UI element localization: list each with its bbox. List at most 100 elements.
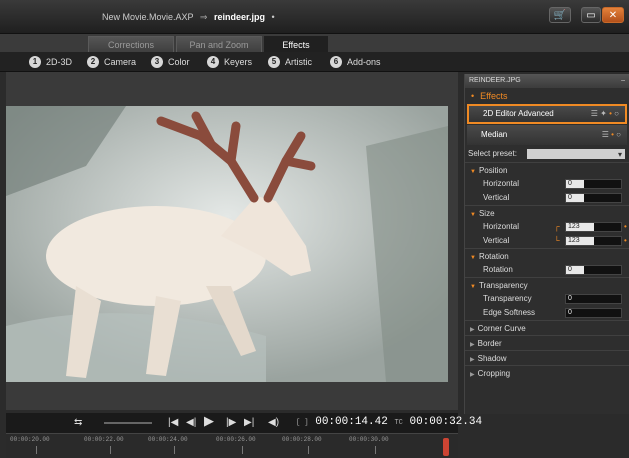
project-name[interactable]: New Movie.Movie.AXP bbox=[102, 12, 193, 22]
category-2d-3d[interactable]: 1 2D-3D bbox=[29, 56, 72, 68]
category-color[interactable]: 3 Color bbox=[151, 56, 190, 68]
collapse-triangle-icon: ▶ bbox=[470, 357, 475, 363]
value-slider[interactable]: 0 bbox=[565, 179, 622, 189]
go-to-end-button[interactable]: ▶| bbox=[244, 416, 254, 430]
close-button[interactable]: ✕ bbox=[602, 7, 624, 23]
param-label: Edge Softness bbox=[483, 308, 536, 317]
value-slider[interactable]: 0 bbox=[565, 265, 622, 275]
effects-panel: REINDEER.JPG – • Effects 2D Editor Advanc… bbox=[464, 74, 629, 414]
value-field[interactable]: 123 bbox=[566, 237, 594, 245]
group-transparency[interactable]: ▼ Transparency bbox=[465, 277, 629, 292]
keyframe-dot-icon[interactable]: • bbox=[624, 234, 627, 248]
collapse-triangle-icon: ▶ bbox=[470, 327, 475, 333]
preset-select[interactable]: ▾ bbox=[527, 149, 625, 159]
effect-controls[interactable]: ☰ • ○ bbox=[602, 125, 621, 145]
param-rotation: Rotation 0 bbox=[465, 263, 629, 277]
group-border[interactable]: ▶ Border bbox=[465, 335, 629, 350]
number-badge: 3 bbox=[151, 56, 163, 68]
category-add-ons[interactable]: 6 Add-ons bbox=[330, 56, 381, 68]
group-rotation[interactable]: ▼ Rotation bbox=[465, 248, 629, 263]
ruler-tick-label: 00:00:24.00 bbox=[148, 436, 188, 443]
ruler-tick bbox=[375, 446, 376, 454]
value-field[interactable]: 123 bbox=[566, 223, 594, 231]
number-badge: 5 bbox=[268, 56, 280, 68]
play-button[interactable]: ▶ bbox=[204, 414, 214, 428]
effects-heading: • Effects bbox=[465, 88, 629, 104]
transport-bar: ⇆ |◀ ◀| ▶ |▶ ▶| ◀) [ ] 00:00:14.42 TC 00… bbox=[6, 413, 482, 433]
group-shadow[interactable]: ▶ Shadow bbox=[465, 350, 629, 365]
keyframe-dot-icon[interactable]: • bbox=[624, 220, 627, 234]
volume-icon[interactable]: ◀) bbox=[268, 416, 279, 430]
group-cropping[interactable]: ▶ Cropping bbox=[465, 365, 629, 380]
group-label: Corner Curve bbox=[477, 324, 526, 333]
value-field[interactable]: 0 bbox=[566, 180, 584, 188]
group-corner-curve[interactable]: ▶ Corner Curve bbox=[465, 320, 629, 335]
value-slider[interactable]: 0 bbox=[565, 308, 622, 318]
category-label: Keyers bbox=[224, 57, 253, 67]
effect-2d-editor-advanced[interactable]: 2D Editor Advanced ☰ ✦ • ○ bbox=[467, 104, 627, 124]
value-slider[interactable]: 123 bbox=[565, 222, 622, 232]
cart-button[interactable]: 🛒 bbox=[549, 7, 571, 23]
category-camera[interactable]: 2 Camera bbox=[87, 56, 136, 68]
param-label: Transparency bbox=[483, 294, 532, 303]
tab-corrections[interactable]: Corrections bbox=[88, 36, 174, 52]
group-size[interactable]: ▼ Size bbox=[465, 205, 629, 220]
link-bracket-icon[interactable]: ┌ bbox=[554, 220, 560, 234]
arrow-icon: ⇒ bbox=[199, 12, 208, 22]
playhead-handle[interactable] bbox=[443, 438, 449, 456]
param-size-horizontal: Horizontal ┌ 123 • bbox=[465, 220, 629, 234]
value-field[interactable]: 0 bbox=[566, 194, 584, 202]
menu-icon[interactable]: ☰ bbox=[602, 130, 609, 139]
ruler-tick-label: 00:00:20.00 bbox=[10, 436, 50, 443]
bullet-icon: • bbox=[471, 91, 475, 101]
minimize-icon[interactable]: – bbox=[621, 74, 625, 88]
close-icon: ✕ bbox=[608, 10, 618, 21]
param-label: Horizontal bbox=[483, 222, 520, 231]
file-name: reindeer.jpg bbox=[213, 12, 265, 22]
link-bracket-icon[interactable]: └ bbox=[554, 234, 560, 248]
ruler-tick bbox=[110, 446, 111, 454]
group-label: Size bbox=[478, 209, 495, 218]
value-slider[interactable]: 0 bbox=[565, 193, 622, 203]
param-label: Vertical bbox=[483, 193, 510, 202]
maximize-icon: ▭ bbox=[586, 10, 596, 21]
effect-median[interactable]: Median ☰ • ○ bbox=[467, 125, 627, 145]
tab-pan-and-zoom[interactable]: Pan and Zoom bbox=[176, 36, 262, 52]
value-slider[interactable]: 123 bbox=[565, 236, 622, 246]
ruler-tick-label: 00:00:26.00 bbox=[216, 436, 256, 443]
category-label: 2D-3D bbox=[46, 57, 73, 67]
group-label: Position bbox=[478, 166, 508, 175]
tab-bar: Corrections Pan and Zoom Effects bbox=[0, 34, 629, 52]
preview-image bbox=[6, 106, 448, 382]
tab-effects[interactable]: Effects bbox=[264, 36, 328, 52]
loop-button[interactable]: ⇆ bbox=[74, 416, 82, 430]
category-keyers[interactable]: 4 Keyers bbox=[207, 56, 252, 68]
enable-dot-icon[interactable]: • bbox=[609, 109, 612, 118]
group-label: Shadow bbox=[477, 354, 507, 363]
param-position-horizontal: Horizontal 0 bbox=[465, 177, 629, 191]
group-position[interactable]: ▼ Position bbox=[465, 162, 629, 177]
enable-dot-icon[interactable]: • bbox=[611, 130, 614, 139]
value-field[interactable]: 0 bbox=[566, 266, 584, 274]
collapse-triangle-icon: ▶ bbox=[470, 372, 475, 378]
param-label: Rotation bbox=[483, 265, 513, 274]
preset-row: Select preset: ▾ bbox=[465, 146, 629, 162]
value-field[interactable]: 0 bbox=[566, 295, 584, 303]
step-back-button[interactable]: ◀| bbox=[186, 416, 196, 430]
maximize-button[interactable]: ▭ bbox=[581, 7, 601, 23]
menu-icon[interactable]: ☰ ✦ bbox=[591, 109, 607, 118]
value-slider[interactable]: 0 bbox=[565, 294, 622, 304]
param-edge-softness: Edge Softness 0 bbox=[465, 306, 629, 320]
param-size-vertical: Vertical └ 123 • bbox=[465, 234, 629, 248]
category-artistic[interactable]: 5 Artistic bbox=[268, 56, 312, 68]
timeline-ruler[interactable]: 00:00:20.00 00:00:22.00 00:00:24.00 00:0… bbox=[6, 433, 458, 458]
jog-slider[interactable] bbox=[104, 422, 152, 424]
breadcrumb: New Movie.Movie.AXP ⇒ reindeer.jpg • bbox=[102, 12, 275, 23]
step-forward-button[interactable]: |▶ bbox=[226, 416, 236, 430]
value-field[interactable]: 0 bbox=[566, 309, 584, 317]
ruler-tick-label: 00:00:22.00 bbox=[84, 436, 124, 443]
effect-controls[interactable]: ☰ ✦ • ○ bbox=[591, 106, 619, 122]
collapse-triangle-icon: ▶ bbox=[470, 342, 475, 348]
go-to-start-button[interactable]: |◀ bbox=[168, 416, 178, 430]
category-label: Color bbox=[168, 57, 190, 67]
